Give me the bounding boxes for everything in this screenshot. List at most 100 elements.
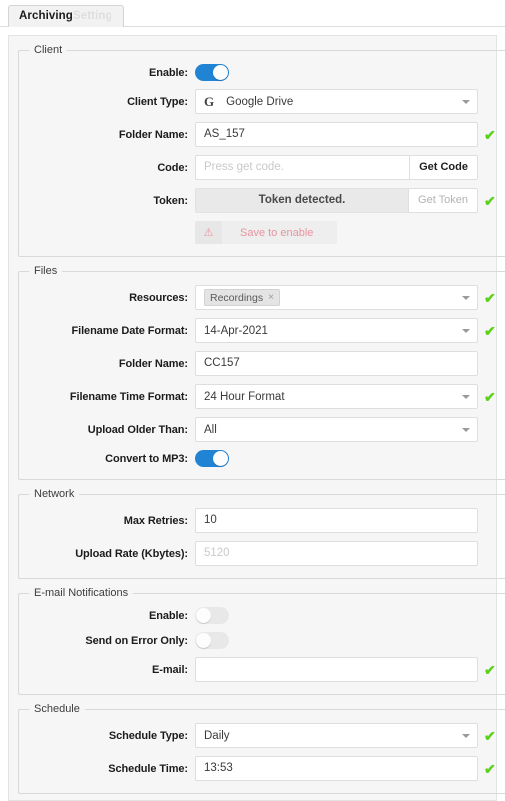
get-code-button[interactable]: Get Code [409,155,478,180]
input-client-token: Token detected. [195,188,409,213]
toggle-knob [213,65,228,80]
row-schedule-type: Schedule Type: Daily ✔ [19,719,505,752]
label-email-enable: Enable: [148,609,188,622]
chevron-down-icon [462,733,470,738]
section-email-notifications: E-mail Notifications Enable: Send on Err… [18,587,505,695]
multiselect-resources[interactable]: Recordings × [195,285,478,310]
row-files-resources: Resources: Recordings × ✔ [19,281,505,314]
section-files-legend: Files [34,265,58,277]
row-email-enable: Enable: [19,603,505,628]
row-client-token: Token: Token detected. Get Token ✔ [19,184,505,217]
input-group-token: Token detected. Get Token [195,188,478,213]
select-client-type[interactable]: G Google Drive [195,89,478,114]
row-upload-rate: Upload Rate (Kbytes): 5120 [19,537,505,570]
row-send-on-error-only: Send on Error Only: [19,628,505,653]
input-client-code[interactable]: Press get code. [195,155,410,180]
get-token-button[interactable]: Get Token [408,188,478,213]
input-upload-rate[interactable]: 5120 [195,541,478,566]
label-filename-date-format: Filename Date Format: [71,324,189,337]
chevron-down-icon [462,295,470,300]
status-valid-icon: ✔ [484,192,496,209]
select-schedule-type-value: Daily [204,729,230,742]
section-email-legend: E-mail Notifications [34,587,129,599]
select-upload-older-than[interactable]: All [195,417,478,442]
label-client-token: Token: [153,194,188,207]
label-email-address: E-mail: [152,663,188,676]
tab-strip: ArchivingSettings [0,0,505,27]
label-convert-to-mp3: Convert to MP3: [105,452,188,465]
save-to-enable-button: ⚠ Save to enable [195,221,338,244]
row-convert-to-mp3: Convert to MP3: [19,446,505,471]
toggle-knob [196,633,211,648]
row-files-folder-name: Folder Name: CC157 [19,347,505,380]
label-schedule-type: Schedule Type: [108,729,188,742]
chip-close-icon[interactable]: × [268,292,274,303]
section-client: Client Enable: Client Type: G Google Dri… [18,44,505,257]
status-valid-icon: ✔ [484,727,496,744]
status-valid-icon: ✔ [484,322,496,339]
input-schedule-time[interactable]: 13:53 [195,756,478,781]
section-schedule: Schedule Schedule Type: Daily ✔ Schedule… [18,703,505,794]
status-valid-icon: ✔ [484,126,496,143]
label-upload-older-than: Upload Older Than: [87,423,188,436]
row-schedule-time: Schedule Time: 13:53 ✔ [19,752,505,785]
chevron-down-icon [462,99,470,104]
label-client-enable: Enable: [148,66,188,79]
row-client-code: Code: Press get code. Get Code [19,151,505,184]
input-email-address[interactable] [195,657,478,682]
status-valid-icon: ✔ [484,760,496,777]
row-email-address: E-mail: ✔ [19,653,505,686]
chip-recordings[interactable]: Recordings × [204,289,280,306]
toggle-convert-to-mp3[interactable] [195,450,229,467]
input-group-code: Press get code. Get Code [195,155,478,180]
select-upload-older-than-value: All [204,423,217,436]
toggle-knob [213,451,228,466]
select-filename-date-format[interactable]: 14-Apr-2021 [195,318,478,343]
toggle-client-enable[interactable] [195,64,229,81]
label-client-folder-name: Folder Name: [118,128,188,141]
chevron-down-icon [462,427,470,432]
input-files-folder-name[interactable]: CC157 [195,351,478,376]
toggle-send-on-error-only[interactable] [195,632,229,649]
section-files: Files Resources: Recordings × ✔ Filename … [18,265,505,480]
tab-archiving-label: Archiving [19,10,73,22]
row-save-to-enable: ⚠ Save to enable [19,217,505,248]
label-client-type: Client Type: [127,95,188,108]
label-filename-time-format: Filename Time Format: [69,390,188,403]
row-upload-older-than: Upload Older Than: All [19,413,505,446]
label-send-on-error-only: Send on Error Only: [85,634,188,647]
label-files-folder-name: Folder Name: [118,357,188,370]
status-valid-icon: ✔ [484,661,496,678]
status-valid-icon: ✔ [484,289,496,306]
section-schedule-legend: Schedule [34,703,80,715]
google-drive-icon: G [204,93,215,109]
row-filename-date-format: Filename Date Format: 14-Apr-2021 ✔ [19,314,505,347]
select-filename-time-format-value: 24 Hour Format [204,390,285,403]
row-client-type: Client Type: G Google Drive [19,85,505,118]
chevron-down-icon [462,328,470,333]
warning-triangle-icon: ⚠ [195,221,222,244]
section-network: Network Max Retries: 10 Upload Rate (Kby… [18,488,505,579]
select-schedule-type[interactable]: Daily [195,723,478,748]
select-filename-time-format[interactable]: 24 Hour Format [195,384,478,409]
tab-ghost-text: Settings [72,10,111,22]
row-client-folder-name: Folder Name: AS_157 ✔ [19,118,505,151]
select-client-type-value: Google Drive [226,95,294,108]
label-upload-rate: Upload Rate (Kbytes): [75,547,188,560]
row-max-retries: Max Retries: 10 [19,504,505,537]
chevron-down-icon [462,394,470,399]
tab-archiving[interactable]: ArchivingSettings [8,5,124,27]
label-max-retries: Max Retries: [123,514,188,527]
input-client-folder-name[interactable]: AS_157 [195,122,478,147]
status-valid-icon: ✔ [484,388,496,405]
toggle-knob [196,608,211,623]
save-to-enable-label: Save to enable [240,226,314,239]
settings-panel: Client Enable: Client Type: G Google Dri… [8,35,505,801]
label-client-code: Code: [157,161,188,174]
select-filename-date-format-value: 14-Apr-2021 [204,324,268,337]
page-body: Client Enable: Client Type: G Google Dri… [0,27,505,801]
toggle-email-enable[interactable] [195,607,229,624]
input-max-retries[interactable]: 10 [195,508,478,533]
row-client-enable: Enable: [19,60,505,85]
row-filename-time-format: Filename Time Format: 24 Hour Format ✔ [19,380,505,413]
